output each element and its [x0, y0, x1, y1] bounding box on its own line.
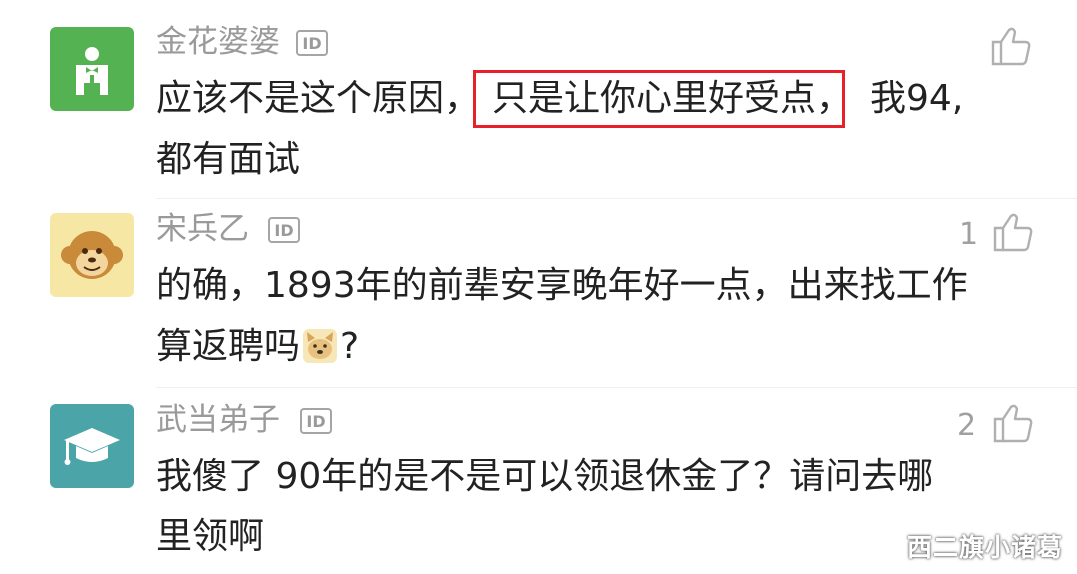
divider	[156, 387, 1077, 388]
divider	[156, 198, 1077, 199]
username[interactable]: 武当弟子	[156, 402, 280, 438]
user-avatar[interactable]	[50, 213, 134, 297]
monkey-icon	[61, 231, 123, 279]
comment-text-part: 算返聘吗	[156, 326, 301, 367]
comment-text-part: 我94,	[870, 78, 964, 119]
comment-text-part: 应该不是这个原因，	[156, 78, 481, 119]
comment-text-part: ?	[340, 326, 360, 367]
like-count: 1	[959, 217, 979, 252]
comment-text: 的确，1893年的前辈安享晚年好一点，出来找工作	[156, 265, 968, 306]
doge-emoji-icon	[303, 329, 338, 363]
id-badge: ID	[268, 217, 300, 243]
thumbs-up-icon[interactable]	[991, 401, 1035, 445]
id-badge: ID	[300, 408, 332, 434]
highlight-box	[473, 70, 845, 128]
thumbs-up-icon[interactable]	[989, 24, 1033, 68]
watermark: 西二旗小诸葛	[906, 533, 1063, 562]
graduation-cap-icon	[64, 428, 120, 465]
username[interactable]: 金花婆婆	[156, 24, 280, 60]
user-avatar[interactable]	[50, 404, 134, 488]
username[interactable]: 宋兵乙	[156, 211, 249, 247]
user-avatar[interactable]	[50, 27, 134, 111]
waiter-icon	[76, 47, 108, 95]
comment-text: 算返聘吗 ?	[156, 325, 359, 369]
comment-text: 我傻了 90年的是不是可以领退休金了？请问去哪	[156, 456, 934, 497]
thumbs-up-icon[interactable]	[991, 210, 1035, 254]
comment-text: 都有面试	[156, 139, 301, 180]
id-badge: ID	[296, 30, 328, 56]
like-count: 2	[957, 408, 977, 443]
comment-text: 里领啊	[156, 516, 265, 557]
